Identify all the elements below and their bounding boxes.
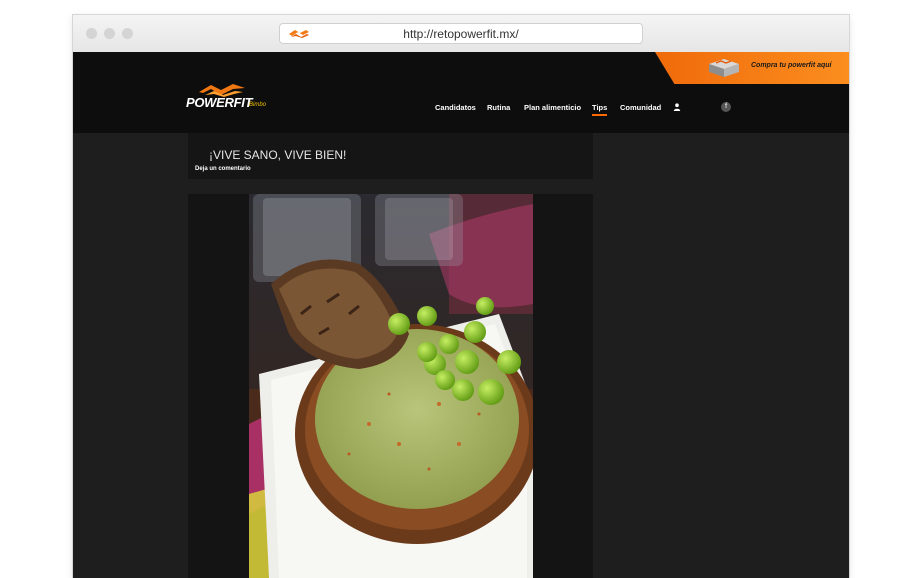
browser-window: http://retopowerfit.mx/ Compra tu powerf… xyxy=(73,15,849,578)
logo-brand-mark: Bimbo xyxy=(249,102,267,108)
post-image-panel xyxy=(188,194,593,578)
nav-comunidad[interactable]: Comunidad xyxy=(620,103,661,112)
nav-plan-alimenticio[interactable]: Plan alimenticio xyxy=(524,103,581,112)
buy-powerfit-banner[interactable]: Compra tu powerfit aquí xyxy=(655,52,849,84)
logo-wordmark[interactable]: POWERFIT xyxy=(186,95,253,110)
leave-comment-link[interactable]: Deja un comentario xyxy=(195,166,251,172)
post-header: ¡VIVE SANO, VIVE BIEN! Deja un comentari… xyxy=(188,133,593,179)
promo-text: Compra tu powerfit aquí xyxy=(751,62,832,69)
user-icon[interactable] xyxy=(673,103,681,111)
hummus-food-photo xyxy=(249,194,533,578)
page-content: ¡VIVE SANO, VIVE BIEN! Deja un comentari… xyxy=(73,133,849,578)
close-window-button[interactable] xyxy=(86,28,97,39)
address-url: http://retopowerfit.mx/ xyxy=(403,27,519,41)
browser-titlebar: http://retopowerfit.mx/ xyxy=(73,15,849,53)
facebook-icon[interactable]: f xyxy=(721,102,731,112)
nav-tips[interactable]: Tips xyxy=(592,103,608,116)
address-bar[interactable]: http://retopowerfit.mx/ xyxy=(279,23,643,44)
nav-rutina[interactable]: Rutina xyxy=(487,103,510,112)
nav-candidatos[interactable]: Candidatos xyxy=(435,103,476,112)
product-box-icon xyxy=(709,59,739,77)
minimize-window-button[interactable] xyxy=(104,28,115,39)
post-title: ¡VIVE SANO, VIVE BIEN! xyxy=(209,148,347,162)
site-header: Compra tu powerfit aquí POWERFIT Bimbo C… xyxy=(73,52,849,133)
maximize-window-button[interactable] xyxy=(122,28,133,39)
